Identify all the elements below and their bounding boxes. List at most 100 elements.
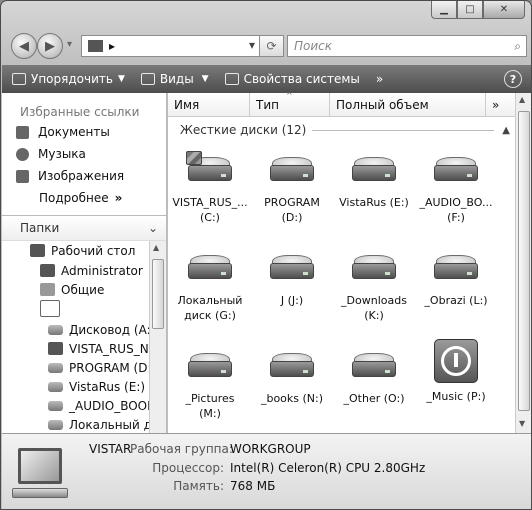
- drive-letter: диск (G:): [184, 309, 236, 322]
- search-input[interactable]: Поиск ⌕: [287, 35, 527, 57]
- double-chevron-icon: »: [114, 191, 123, 205]
- close-button[interactable]: ✕: [483, 1, 525, 19]
- toolbar-overflow-button[interactable]: »: [376, 72, 383, 86]
- tree-label: Локальный ди: [69, 417, 150, 432]
- refresh-button[interactable]: ⟳: [260, 35, 284, 57]
- folder-tree: Рабочий стол Administrator Общие Дисково…: [2, 241, 150, 433]
- drive-label: _AUDIO_BO...: [419, 196, 493, 209]
- column-type[interactable]: Тип ^: [250, 91, 330, 117]
- views-menu[interactable]: Виды ▼: [140, 72, 209, 86]
- column-total-size[interactable]: Полный объем: [330, 93, 486, 117]
- scroll-down-icon[interactable]: ▼: [519, 419, 525, 428]
- column-type-label: Тип: [256, 98, 279, 112]
- address-bar[interactable]: ▸ ▾: [81, 35, 260, 57]
- memory-label: Память:: [173, 479, 224, 493]
- tree-item-drive-e[interactable]: VistaRus (E:): [48, 377, 145, 396]
- scroll-up-icon[interactable]: ▲: [153, 243, 159, 252]
- drive-item-o[interactable]: _Other (O:): [335, 353, 413, 406]
- drive-label: _books (N:): [260, 392, 324, 405]
- drive-item-e[interactable]: VistaRus (E:): [335, 157, 413, 210]
- search-icon[interactable]: ⌕: [514, 39, 521, 54]
- group-divider: [312, 129, 495, 131]
- organize-icon: [12, 73, 26, 85]
- drive-letter: (M:): [199, 407, 221, 420]
- column-headers: Имя Тип ^ Полный объем »: [168, 91, 515, 117]
- drive-item-n[interactable]: _books (N:): [253, 353, 331, 406]
- system-drive-icon: [48, 342, 63, 355]
- music-icon: [16, 147, 29, 161]
- favorite-label: Документы: [38, 125, 110, 139]
- tree-item-computer[interactable]: [40, 299, 66, 318]
- more-label: Подробнее: [39, 191, 109, 205]
- tree-item-desktop[interactable]: Рабочий стол: [30, 241, 135, 260]
- pictures-icon: [16, 169, 29, 183]
- organize-menu[interactable]: Упорядочить ▼: [12, 72, 125, 86]
- hard-drive-icon: [48, 381, 63, 392]
- folder-tree-scrollbar[interactable]: ▲: [149, 241, 166, 433]
- tree-item-drive-d[interactable]: PROGRAM (D:): [48, 358, 150, 377]
- desktop-icon: [30, 244, 45, 257]
- drive-label: _Downloads: [341, 294, 407, 307]
- hard-drive-icon: [188, 353, 232, 379]
- help-button[interactable]: ?: [504, 70, 522, 88]
- drive-label: Локальный: [177, 294, 243, 307]
- drive-item-l[interactable]: _Obrazi (L:): [417, 255, 495, 308]
- tree-item-drive-g[interactable]: Локальный ди: [48, 415, 150, 433]
- hard-drive-icon: [270, 353, 314, 379]
- drive-label: PROGRAM: [264, 196, 320, 209]
- file-list-scrollbar[interactable]: ▲ ▼: [515, 93, 531, 433]
- windows-drive-icon: [186, 151, 232, 183]
- drive-item-c[interactable]: VISTA_RUS_... (C:): [171, 151, 249, 225]
- drive-item-j[interactable]: J (J:): [253, 255, 331, 308]
- drive-item-f[interactable]: _AUDIO_BO... (F:): [417, 157, 495, 225]
- scroll-up-icon[interactable]: ▲: [519, 95, 525, 104]
- tree-label: VISTA_RUS_NE: [69, 341, 150, 356]
- scrollbar-thumb[interactable]: [152, 259, 164, 329]
- column-name[interactable]: Имя: [168, 93, 250, 117]
- hard-drive-icon: [48, 419, 63, 430]
- drive-letter: (D:): [281, 211, 303, 224]
- scrollbar-thumb[interactable]: [518, 111, 530, 411]
- history-dropdown-icon[interactable]: ▾: [67, 39, 72, 50]
- search-placeholder: Поиск: [294, 39, 333, 53]
- drive-item-m[interactable]: _Pictures (M:): [171, 353, 249, 421]
- tree-item-administrator[interactable]: Administrator: [40, 261, 143, 280]
- group-header-hard-drives[interactable]: Жесткие диски (12) ▲: [180, 121, 510, 139]
- tree-label: _AUDIO_BOOK: [69, 398, 150, 413]
- back-button[interactable]: ◀: [11, 33, 37, 59]
- tree-item-public[interactable]: Общие: [40, 280, 104, 299]
- drive-item-p[interactable]: _Music (P:): [417, 339, 495, 404]
- forward-button[interactable]: ▶: [37, 33, 63, 59]
- tree-item-drive-f[interactable]: _AUDIO_BOOK: [48, 396, 150, 415]
- tree-label: Дисковод (A:): [69, 322, 150, 337]
- maximize-button[interactable]: □: [457, 1, 483, 19]
- caption-buttons: ▁ □ ✕: [431, 1, 525, 19]
- favorite-documents[interactable]: Документы: [2, 121, 166, 143]
- favorite-pictures[interactable]: Изображения: [2, 165, 166, 187]
- system-properties-button[interactable]: Свойства системы: [224, 72, 360, 86]
- hard-drive-icon: [270, 157, 314, 183]
- hard-drive-icon: [434, 157, 478, 183]
- tree-label: Administrator: [61, 263, 143, 278]
- workgroup-value: WORKGROUP: [230, 442, 311, 456]
- address-dropdown-icon[interactable]: ▾: [249, 38, 255, 52]
- favorite-music[interactable]: Музыка: [2, 143, 166, 165]
- hard-drive-icon: [352, 157, 396, 183]
- columns-overflow[interactable]: »: [486, 93, 515, 117]
- tree-item-drive-c[interactable]: VISTA_RUS_NE: [48, 339, 150, 358]
- drive-item-k[interactable]: _Downloads (K:): [335, 255, 413, 323]
- drive-label: VISTA_RUS_...: [172, 196, 248, 209]
- drive-item-d[interactable]: PROGRAM (D:): [253, 157, 331, 225]
- tree-item-drive-a[interactable]: Дисковод (A:): [48, 320, 150, 339]
- hard-drive-icon: [48, 400, 63, 411]
- minimize-button[interactable]: ▁: [431, 1, 457, 19]
- cpu-value: Intel(R) Celeron(R) CPU 2.80GHz: [230, 461, 426, 475]
- collapse-caret-icon[interactable]: ▲: [502, 125, 510, 136]
- folders-header[interactable]: Папки ⌄: [2, 215, 166, 241]
- hard-drive-icon: [434, 255, 478, 281]
- system-properties-label: Свойства системы: [243, 72, 360, 86]
- chevron-down-icon: ⌄: [147, 221, 158, 235]
- drive-item-g[interactable]: Локальный диск (G:): [171, 255, 249, 323]
- system-properties-icon: [224, 73, 239, 85]
- more-link[interactable]: Подробнее »: [2, 187, 166, 209]
